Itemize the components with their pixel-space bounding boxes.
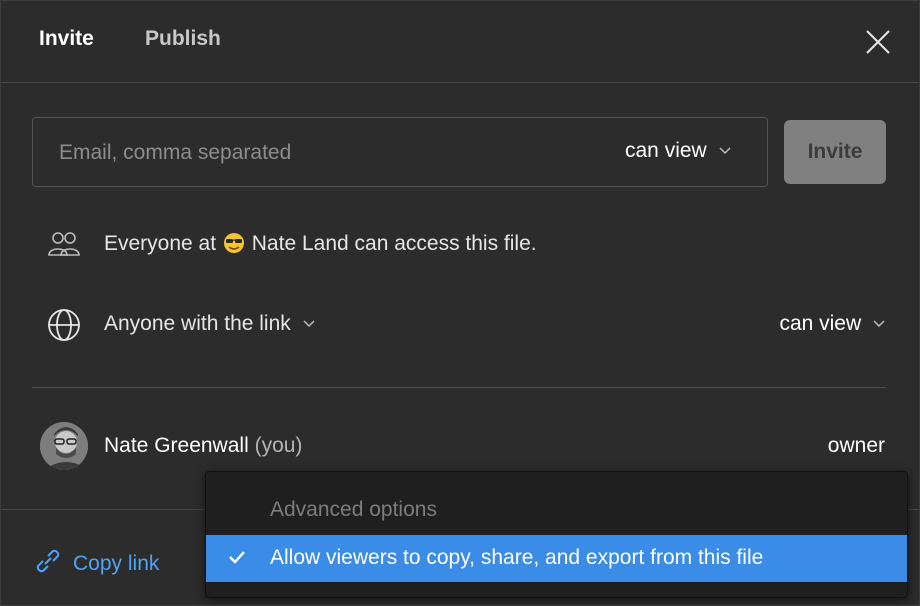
- member-name: Nate Greenwall (you): [104, 434, 302, 458]
- users-icon: [47, 230, 81, 263]
- copy-link-label: Copy link: [73, 552, 160, 575]
- avatar: [40, 422, 88, 470]
- chevron-down-icon: [303, 320, 315, 328]
- team-access-prefix: Everyone at: [104, 232, 217, 255]
- menu-item-label: Allow viewers to copy, share, and export…: [270, 546, 764, 569]
- menu-item-allow-viewers-export[interactable]: Allow viewers to copy, share, and export…: [206, 535, 907, 582]
- chevron-down-icon: [873, 320, 885, 328]
- invite-email-box: can view: [32, 117, 768, 187]
- dialog-header: Invite Publish: [1, 1, 919, 83]
- section-divider: [32, 387, 886, 388]
- link-scope-label: Anyone with the link: [104, 312, 291, 335]
- invite-button[interactable]: Invite: [784, 120, 886, 184]
- member-you-label: (you): [254, 434, 303, 457]
- link-permission-select[interactable]: can view: [779, 312, 885, 336]
- member-name-label: Nate Greenwall: [104, 434, 249, 457]
- menu-header: Advanced options: [270, 498, 437, 521]
- tab-publish[interactable]: Publish: [145, 27, 221, 51]
- check-icon: [229, 551, 245, 564]
- advanced-options-menu: Advanced options Allow viewers to copy, …: [205, 471, 908, 598]
- link-scope-select[interactable]: Anyone with the link: [104, 312, 315, 336]
- invite-permission-label: can view: [625, 139, 707, 162]
- team-name: Nate Land: [251, 232, 349, 255]
- team-access-suffix: can access this file.: [354, 232, 537, 255]
- email-input[interactable]: [59, 138, 599, 168]
- link-access-row: Anyone with the link can view: [1, 304, 919, 344]
- team-access-text: Everyone at Nate Land can access this fi…: [104, 232, 537, 256]
- chevron-down-icon: [719, 147, 731, 155]
- invite-permission-select[interactable]: can view: [625, 139, 731, 163]
- link-permission-label: can view: [779, 312, 862, 335]
- globe-icon: [47, 308, 81, 347]
- close-icon[interactable]: [863, 27, 893, 57]
- member-role: owner: [827, 434, 885, 457]
- tab-invite[interactable]: Invite: [39, 27, 94, 51]
- sunglasses-emoji-icon: [223, 233, 244, 253]
- link-icon: [36, 549, 60, 573]
- share-dialog: Invite Publish can view Invite: [0, 0, 920, 606]
- team-access-row: Everyone at Nate Land can access this fi…: [1, 224, 919, 264]
- copy-link-button[interactable]: Copy link: [33, 546, 159, 576]
